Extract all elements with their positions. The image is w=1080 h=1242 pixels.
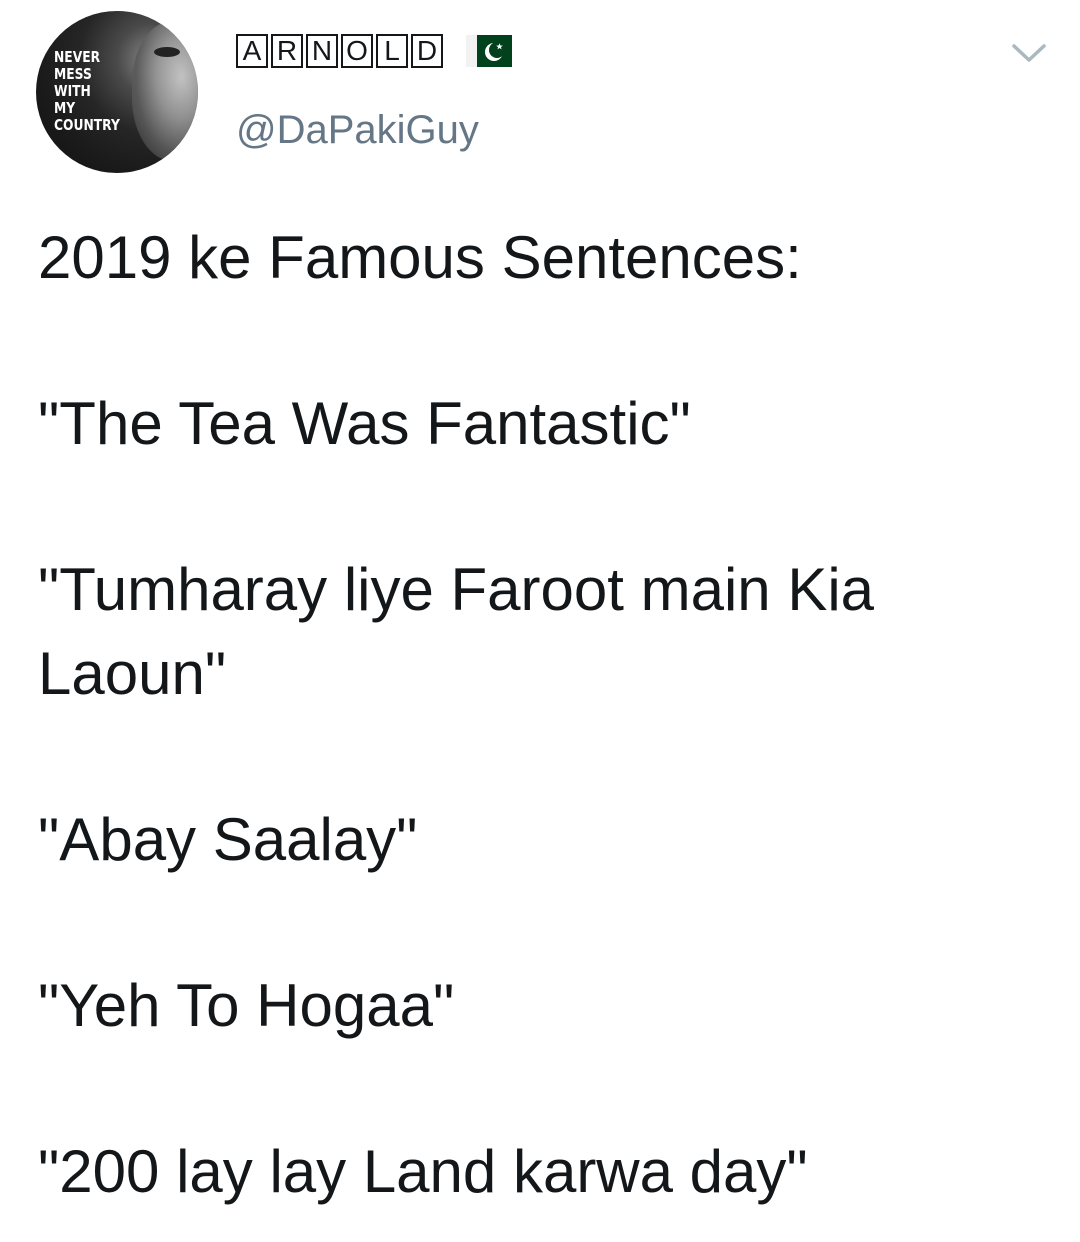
name-letter: L bbox=[376, 34, 408, 68]
name-letter: R bbox=[271, 34, 303, 68]
avatar-caption: NEVER MESS WITH MY COUNTRY bbox=[54, 48, 120, 134]
chevron-down-icon[interactable] bbox=[1010, 38, 1048, 66]
tweet-quote: "Abay Saalay" bbox=[38, 806, 418, 873]
name-letter: N bbox=[306, 34, 338, 68]
tweet-heading: 2019 ke Famous Sentences: bbox=[38, 224, 802, 291]
name-letter: O bbox=[341, 34, 373, 68]
avatar-eye bbox=[154, 47, 180, 57]
tweet-quote: "200 lay lay Land karwa day" bbox=[38, 1138, 808, 1205]
tweet-quote: "Yeh To Hogaa" bbox=[38, 972, 455, 1039]
tweet-text: 2019 ke Famous Sentences: "The Tea Was F… bbox=[38, 216, 1048, 1214]
pakistan-flag-icon bbox=[466, 35, 512, 67]
name-letter: A bbox=[236, 34, 268, 68]
user-handle[interactable]: @DaPakiGuy bbox=[236, 106, 479, 154]
tweet-quote: "Tumharay liye Faroot main Kia Laoun" bbox=[38, 556, 891, 707]
tweet-quote: "The Tea Was Fantastic" bbox=[38, 390, 691, 457]
avatar-face bbox=[132, 21, 198, 161]
name-letter: D bbox=[411, 34, 443, 68]
display-name[interactable]: A R N O L D bbox=[236, 34, 512, 68]
avatar[interactable]: NEVER MESS WITH MY COUNTRY bbox=[36, 11, 198, 173]
